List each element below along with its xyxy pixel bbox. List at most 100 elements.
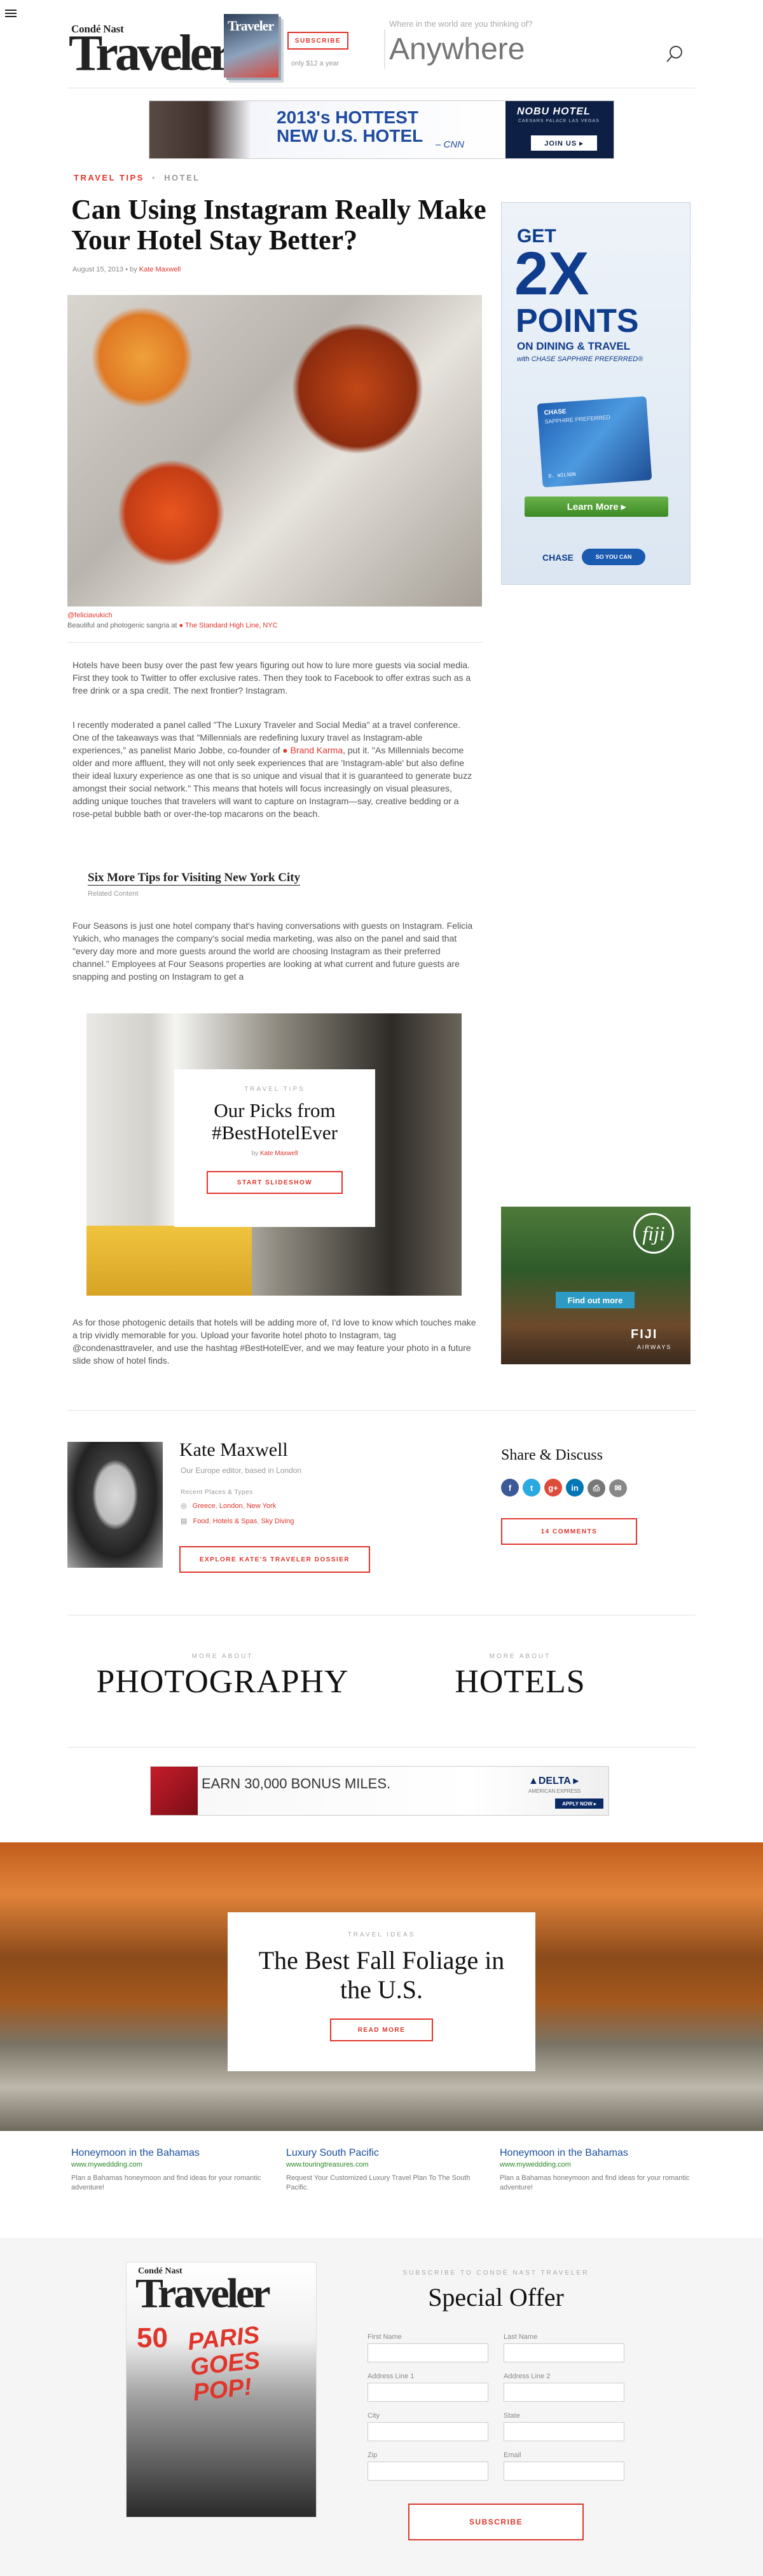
facebook-icon[interactable]: f bbox=[501, 1479, 519, 1497]
fiji-airways-sub: AIRWAYS bbox=[637, 1344, 672, 1350]
type-link[interactable]: Food bbox=[193, 1518, 209, 1525]
zip-field[interactable] bbox=[368, 2462, 488, 2481]
promo-url: www.myweddding.com bbox=[500, 2161, 571, 2168]
delta-headline: EARN 30,000 BONUS MILES. bbox=[202, 1776, 391, 1792]
comments-button[interactable]: 14 COMMENTS bbox=[501, 1518, 637, 1545]
promo-url: www.touringtreasures.com bbox=[286, 2161, 369, 2168]
fiji-side-ad[interactable]: fiji Find out more FIJI AIRWAYS bbox=[501, 1207, 691, 1364]
city-field[interactable] bbox=[368, 2422, 488, 2441]
fall-card: TRAVEL IDEAS The Best Fall Foliage in th… bbox=[228, 1912, 535, 2071]
mag-number: 50 bbox=[137, 2322, 168, 2353]
magazine-cover[interactable]: Condé Nast Traveler 50 PARIS GOES POP! bbox=[126, 2262, 317, 2518]
author-link[interactable]: Kate Maxwell bbox=[139, 266, 181, 273]
article-by: • by bbox=[125, 266, 137, 273]
mag-mini-title: Traveler bbox=[228, 18, 274, 34]
more-about-photography[interactable]: PHOTOGRAPHY bbox=[67, 1663, 378, 1701]
author-name[interactable]: Kate Maxwell bbox=[179, 1439, 288, 1461]
slideshow-kicker: TRAVEL TIPS bbox=[244, 1086, 305, 1093]
email-icon[interactable]: ✉ bbox=[609, 1479, 627, 1497]
apply-now-button[interactable]: APPLY NOW ▸ bbox=[555, 1798, 603, 1809]
search-icon[interactable] bbox=[665, 45, 684, 64]
google-plus-icon[interactable]: g+ bbox=[544, 1479, 562, 1497]
brand-logo[interactable]: Traveler bbox=[69, 28, 232, 79]
type-link[interactable]: Hotels & Spas bbox=[213, 1518, 258, 1525]
find-out-more-button[interactable]: Find out more bbox=[556, 1292, 635, 1308]
subscribe-submit-button[interactable]: SUBSCRIBE bbox=[408, 2504, 584, 2540]
zip-label: Zip bbox=[368, 2451, 378, 2459]
caption-link[interactable]: The Standard High Line, NYC bbox=[185, 622, 278, 629]
learn-more-button[interactable]: Learn More ▸ bbox=[525, 497, 668, 517]
fall-kicker: TRAVEL IDEAS bbox=[347, 1931, 416, 1938]
subscribe-price: only $12 a year bbox=[291, 60, 340, 67]
brand-karma-link[interactable]: Brand Karma bbox=[291, 745, 343, 755]
ad-headline: 2013's HOTTEST NEW U.S. HOTEL bbox=[277, 107, 423, 146]
share-title: Share & Discuss bbox=[501, 1447, 603, 1463]
promo-url: www.myweddding.com bbox=[71, 2161, 142, 2168]
place-link[interactable]: London bbox=[219, 1502, 243, 1510]
subscribe-button[interactable]: SUBSCRIBE bbox=[287, 32, 348, 50]
mag-brand-main: Traveler bbox=[135, 2270, 271, 2317]
email-field[interactable] bbox=[504, 2462, 624, 2481]
state-field[interactable] bbox=[504, 2422, 624, 2441]
fall-title: The Best Fall Foliage in the U.S. bbox=[258, 1946, 505, 2004]
promo-title[interactable]: Luxury South Pacific bbox=[286, 2148, 477, 2159]
crumb-separator: • bbox=[151, 173, 156, 182]
print-icon[interactable]: ⎙ bbox=[588, 1479, 605, 1497]
slideshow-promo[interactable]: TRAVEL TIPS Our Picks from #BestHotelEve… bbox=[86, 1013, 462, 1296]
first-name-field[interactable] bbox=[368, 2343, 488, 2362]
promo-item[interactable]: Honeymoon in the Bahamas www.myweddding.c… bbox=[500, 2148, 691, 2193]
fiji-logo: fiji bbox=[633, 1213, 674, 1254]
search-input[interactable] bbox=[384, 29, 651, 69]
place-link[interactable]: New York bbox=[247, 1502, 276, 1510]
type-link[interactable]: Sky Diving bbox=[261, 1518, 294, 1525]
promo-desc: Request Your Customized Luxury Travel Pl… bbox=[286, 2174, 471, 2191]
address2-field[interactable] bbox=[504, 2383, 624, 2402]
promo-item[interactable]: Luxury South Pacific www.touringtreasures… bbox=[286, 2148, 477, 2193]
place-pin-icon: ◎ bbox=[181, 1502, 187, 1510]
chase-side-ad[interactable]: GET 2X POINTS ON DINING & TRAVEL with CH… bbox=[501, 202, 691, 585]
last-name-field[interactable] bbox=[504, 2343, 624, 2362]
start-slideshow-button[interactable]: START SLIDESHOW bbox=[207, 1171, 343, 1194]
twitter-icon[interactable]: t bbox=[523, 1479, 540, 1497]
menu-icon[interactable] bbox=[5, 8, 17, 19]
crumb-hotel[interactable]: HOTEL bbox=[164, 173, 200, 182]
promo-desc: Plan a Bahamas honeymoon and find ideas … bbox=[500, 2174, 690, 2191]
magazine-thumbnail[interactable]: Traveler bbox=[224, 14, 278, 78]
delta-banner-ad[interactable]: EARN 30,000 BONUS MILES. ▲DELTA ▸ AMERIC… bbox=[150, 1766, 609, 1816]
promo-title[interactable]: Honeymoon in the Bahamas bbox=[500, 2148, 691, 2159]
slideshow-author[interactable]: Kate Maxwell bbox=[260, 1150, 298, 1157]
more-about-label: MORE ABOUT bbox=[489, 1653, 551, 1660]
read-more-button[interactable]: READ MORE bbox=[330, 2018, 433, 2041]
photo-caption: Beautiful and photogenic sangria at ● Th… bbox=[67, 622, 278, 629]
share-icons: f t g+ in ⎙ ✉ bbox=[501, 1479, 631, 1497]
more-divider bbox=[67, 1747, 696, 1748]
linkedin-icon[interactable]: in bbox=[566, 1479, 584, 1497]
hero-image bbox=[67, 295, 482, 606]
ad-source: – CNN bbox=[436, 139, 465, 150]
fiji-airways-brand: FIJI bbox=[631, 1327, 658, 1341]
more-about-hotels[interactable]: HOTELS bbox=[385, 1663, 655, 1701]
delta-card-image bbox=[151, 1767, 198, 1815]
related-link[interactable]: Six More Tips for Visiting New York City bbox=[88, 871, 301, 886]
ad-join-button[interactable]: JOIN US ▸ bbox=[531, 135, 597, 151]
top-banner-ad[interactable]: 2013's HOTTEST NEW U.S. HOTEL – CNN NOBU… bbox=[149, 100, 614, 159]
place-link[interactable]: Greece bbox=[193, 1502, 216, 1510]
search-prompt: Where in the world are you thinking of? bbox=[389, 19, 533, 29]
address1-label: Address Line 1 bbox=[368, 2373, 415, 2380]
photo-credit[interactable]: @feliciavukich bbox=[67, 612, 112, 619]
article-meta: August 15, 2013 • by Kate Maxwell bbox=[72, 266, 181, 273]
explore-dossier-button[interactable]: EXPLORE KATE'S TRAVELER DOSSIER bbox=[179, 1546, 370, 1573]
promo-item[interactable]: Honeymoon in the Bahamas www.myweddding.c… bbox=[71, 2148, 262, 2193]
ad-on-dining: ON DINING & TRAVEL bbox=[517, 340, 631, 352]
address2-label: Address Line 2 bbox=[504, 2373, 551, 2380]
document-icon: ▤ bbox=[181, 1518, 188, 1525]
crumb-travel-tips[interactable]: TRAVEL TIPS bbox=[74, 173, 144, 182]
ad-brand: NOBU HOTEL bbox=[517, 106, 591, 117]
special-offer-title: Special Offer bbox=[428, 2283, 564, 2312]
chase-logo: CHASE bbox=[542, 552, 574, 563]
author-role: Our Europe editor, based in London bbox=[181, 1466, 302, 1475]
fall-foliage-promo[interactable]: TRAVEL IDEAS The Best Fall Foliage in th… bbox=[0, 1842, 763, 2131]
promo-title[interactable]: Honeymoon in the Bahamas bbox=[71, 2148, 262, 2159]
address1-field[interactable] bbox=[368, 2383, 488, 2402]
slideshow-title: Our Picks from #BestHotelEver bbox=[211, 1099, 338, 1144]
